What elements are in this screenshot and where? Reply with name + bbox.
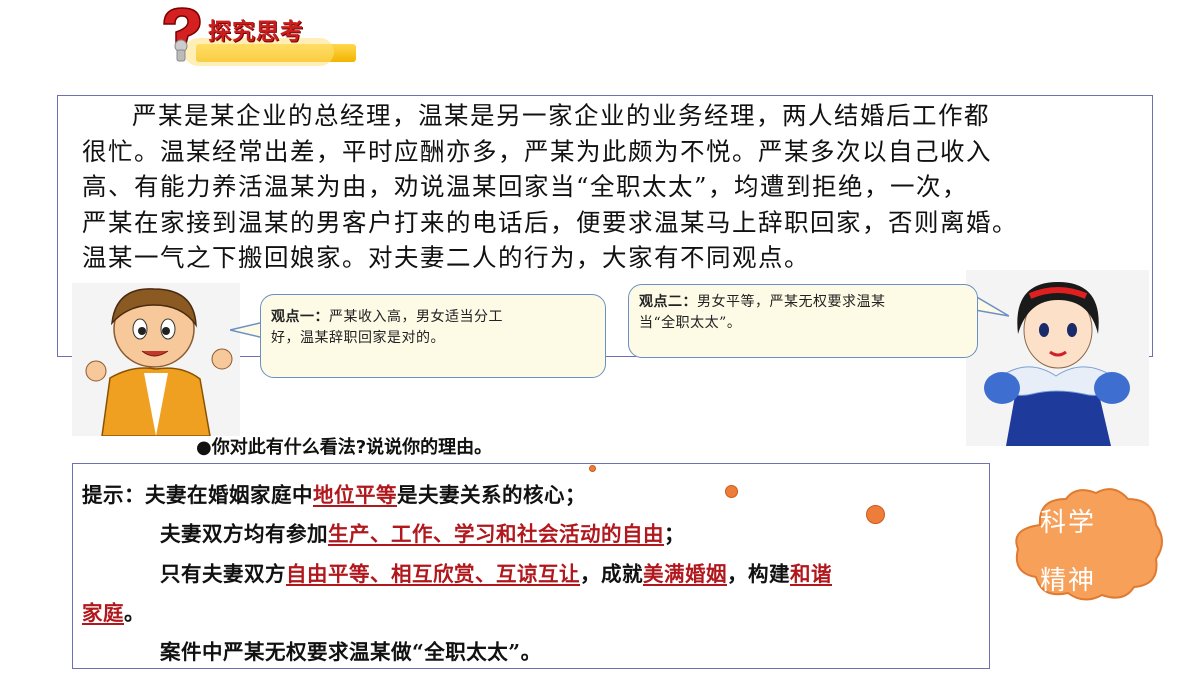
viewpoint-label: 观点一： <box>271 309 329 325</box>
viewpoint-line: 观点一：严某收入高，男女适当分工 <box>271 309 503 325</box>
decorative-dot <box>866 505 885 524</box>
story-line: 很忙。温某经常出差，平时应酬亦多，严某为此颇为不悦。严某多次以自己收入 <box>82 136 992 166</box>
viewpoint-bubble-one: 观点一：严某收入高，男女适当分工 好，温某辞职回家是对的。 <box>260 294 606 378</box>
decorative-dot <box>725 485 738 498</box>
story-text: 严某是某企业的总经理，温某是另一家企业的业务经理，两人结婚后工作都 很忙。温某经… <box>82 98 1147 276</box>
viewpoint-bubble-two: 观点二：男女平等，严某无权要求温某 当“全职太太”。 <box>628 284 978 358</box>
discussion-question: ●你对此有什么看法?说说你的理由。 <box>196 437 493 458</box>
bubble-tail <box>975 295 1009 317</box>
viewpoint-line: 当“全职太太”。 <box>639 315 742 331</box>
page-title: 探究思考 <box>208 19 304 45</box>
badge-line: 科学 <box>1040 508 1097 538</box>
viewpoint-line: 好，温某辞职回家是对的。 <box>271 330 445 346</box>
hint-line: 只有夫妻双方自由平等、相互欣赏、互谅互让，成就美满婚姻，构建和谐 <box>160 562 832 586</box>
story-line: 严某是某企业的总经理，温某是另一家企业的业务经理，两人结婚后工作都 <box>132 101 990 130</box>
viewpoint-label: 观点二： <box>639 294 697 310</box>
question-mark-icon <box>163 7 201 62</box>
header-banner <box>184 38 356 66</box>
story-line: 严某在家接到温某的男客户打来的电话后，便要求温某马上辞职回家，否则离婚。 <box>82 207 1018 237</box>
boy-illustration <box>72 283 240 436</box>
hint-line: 家庭。 <box>82 601 145 625</box>
viewpoint-line: 观点二：男女平等，严某无权要求温某 <box>639 294 886 310</box>
hint-line: 案件中严某无权要求温某做“全职太太”。 <box>160 640 542 664</box>
badge-line: 精神 <box>1040 566 1097 596</box>
hint-line: 夫妻双方均有参加生产、工作、学习和社会活动的自由； <box>160 522 685 546</box>
hint-line: 提示：夫妻在婚姻家庭中地位平等是夫妻关系的核心； <box>82 483 586 507</box>
bubble-tail <box>230 321 264 339</box>
story-line: 高、有能力养活温某为由，劝说温某回家当“全职太太”，均遭到拒绝，一次， <box>82 172 969 201</box>
decorative-dot <box>589 465 596 472</box>
